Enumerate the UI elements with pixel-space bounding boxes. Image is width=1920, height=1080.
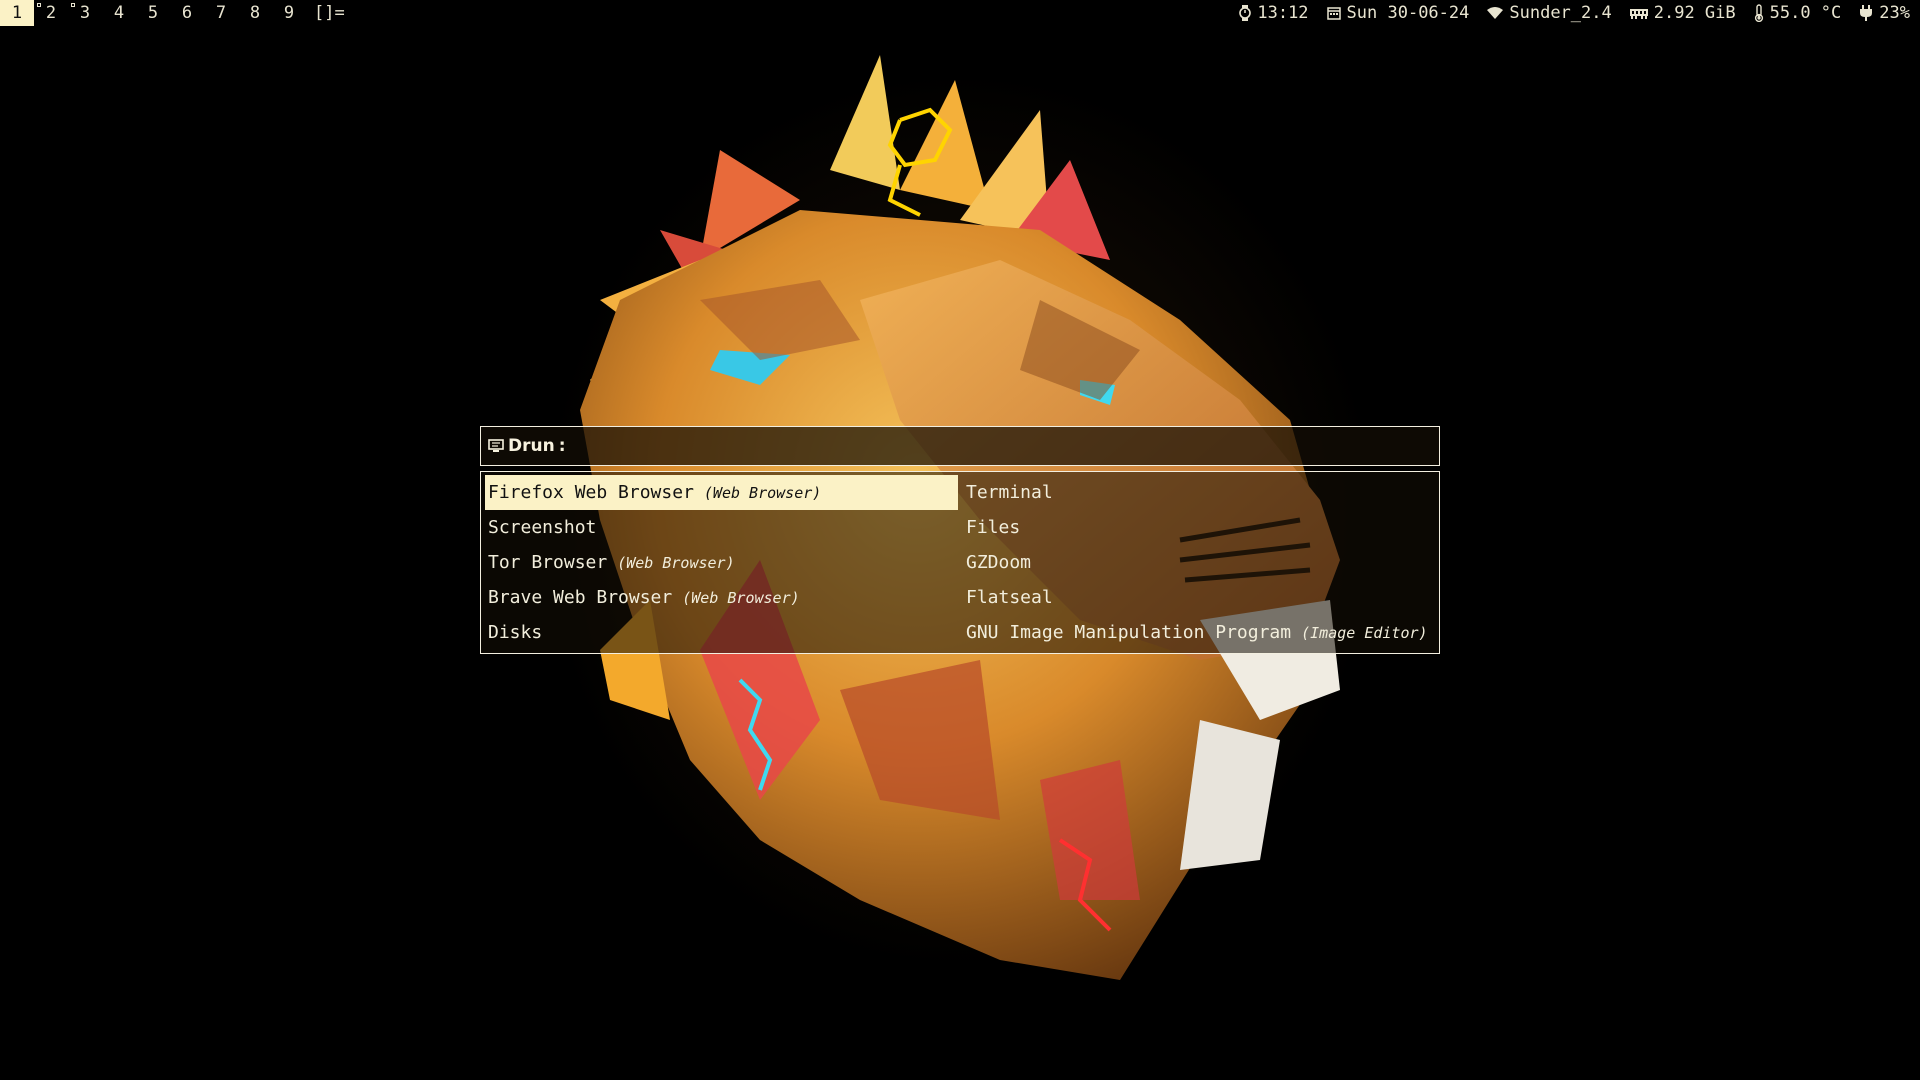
entry-name: Screenshot	[488, 517, 597, 538]
wifi-status: Sunder_2.4	[1487, 0, 1612, 26]
date-status: Sun 30-06-24	[1326, 0, 1470, 26]
launcher-prompt-bar: Drun :	[480, 426, 1440, 466]
workspace-6[interactable]: 6	[170, 0, 204, 26]
temperature-status: 55.0 °C	[1754, 0, 1842, 26]
workspace-3[interactable]: 3	[68, 0, 102, 26]
temperature-text: 55.0 °C	[1769, 3, 1842, 23]
workspace-8[interactable]: 8	[238, 0, 272, 26]
entry-name: Terminal	[966, 482, 1053, 503]
workspace-9[interactable]: 9	[272, 0, 306, 26]
search-input[interactable]	[569, 430, 1439, 462]
workspace-label: 6	[181, 3, 193, 23]
workspace-label: 9	[283, 3, 295, 23]
prompt-separator: :	[558, 436, 566, 456]
clock-icon	[1239, 5, 1252, 21]
entry-generic-name: (Web Browser)	[703, 483, 822, 502]
launcher-entry[interactable]: Disks	[485, 615, 958, 650]
workspace-1[interactable]: 1	[0, 0, 34, 26]
launcher-entry[interactable]: GNU Image Manipulation Program (Image Edi…	[963, 615, 1436, 650]
entry-generic-name: (Image Editor)	[1301, 623, 1428, 642]
entry-name: GNU Image Manipulation Program	[966, 622, 1292, 643]
app-launcher: Drun : Firefox Web Browser (Web Browser) S…	[480, 426, 1440, 654]
time-text: 13:12	[1257, 3, 1309, 23]
mode-label: Drun	[508, 436, 555, 456]
workspace-label: 3	[79, 3, 91, 23]
status-area: 13:12 Sun 30-06-24 Sunder_2.4 2.92 GiB 5…	[1239, 0, 1920, 26]
entry-name: Disks	[488, 622, 543, 643]
clock-status: 13:12	[1239, 0, 1309, 26]
entry-name: Firefox Web Browser	[488, 482, 694, 503]
top-bar: 1 2 3 4 5 6 7 8 9 []= 13:12 Sun 30-06-24 Sunder_…	[0, 0, 1920, 26]
entry-generic-name: (Web Browser)	[682, 588, 800, 607]
monitor-icon	[488, 439, 504, 452]
workspace-label: 4	[113, 3, 125, 23]
entry-name: Tor Browser	[488, 552, 608, 573]
workspace-label: 1	[11, 3, 23, 23]
workspace-label: 5	[147, 3, 159, 23]
launcher-results: Firefox Web Browser (Web Browser) Screensh…	[480, 471, 1440, 654]
wifi-icon	[1487, 7, 1504, 19]
workspace-4[interactable]: 4	[102, 0, 136, 26]
memory-text: 2.92 GiB	[1653, 3, 1736, 23]
launcher-entry[interactable]: Brave Web Browser (Web Browser)	[485, 580, 958, 615]
launcher-entry[interactable]: Firefox Web Browser (Web Browser)	[485, 475, 958, 510]
workspace-2[interactable]: 2	[34, 0, 68, 26]
launcher-entry[interactable]: Screenshot	[485, 510, 958, 545]
workspace-5[interactable]: 5	[136, 0, 170, 26]
power-plug-icon	[1860, 5, 1873, 21]
launcher-entry[interactable]: GZDoom	[963, 545, 1436, 580]
workspace-label: 8	[249, 3, 261, 23]
layout-indicator[interactable]: []=	[314, 0, 345, 26]
launcher-entry[interactable]: Flatseal	[963, 580, 1436, 615]
launcher-entry[interactable]: Terminal	[963, 475, 1436, 510]
occupied-indicator	[37, 3, 41, 7]
battery-status: 23%	[1859, 0, 1910, 26]
memory-status: 2.92 GiB	[1629, 0, 1736, 26]
workspace-label: 2	[45, 3, 57, 23]
workspace-7[interactable]: 7	[204, 0, 238, 26]
entry-name: Flatseal	[966, 587, 1053, 608]
thermometer-icon	[1754, 4, 1763, 22]
entry-name: Brave Web Browser	[488, 587, 673, 608]
workspace-list: 1 2 3 4 5 6 7 8 9	[0, 0, 306, 26]
workspace-label: 7	[215, 3, 227, 23]
calendar-icon	[1326, 7, 1341, 20]
memory-icon	[1629, 9, 1648, 19]
launcher-entry[interactable]: Tor Browser (Web Browser)	[485, 545, 958, 580]
occupied-indicator	[71, 3, 75, 7]
entry-name: GZDoom	[966, 552, 1032, 573]
entry-name: Files	[966, 517, 1021, 538]
launcher-entry[interactable]: Files	[963, 510, 1436, 545]
battery-text: 23%	[1879, 3, 1910, 23]
date-text: Sun 30-06-24	[1346, 3, 1470, 23]
entry-generic-name: (Web Browser)	[617, 553, 735, 572]
wifi-text: Sunder_2.4	[1509, 3, 1612, 23]
